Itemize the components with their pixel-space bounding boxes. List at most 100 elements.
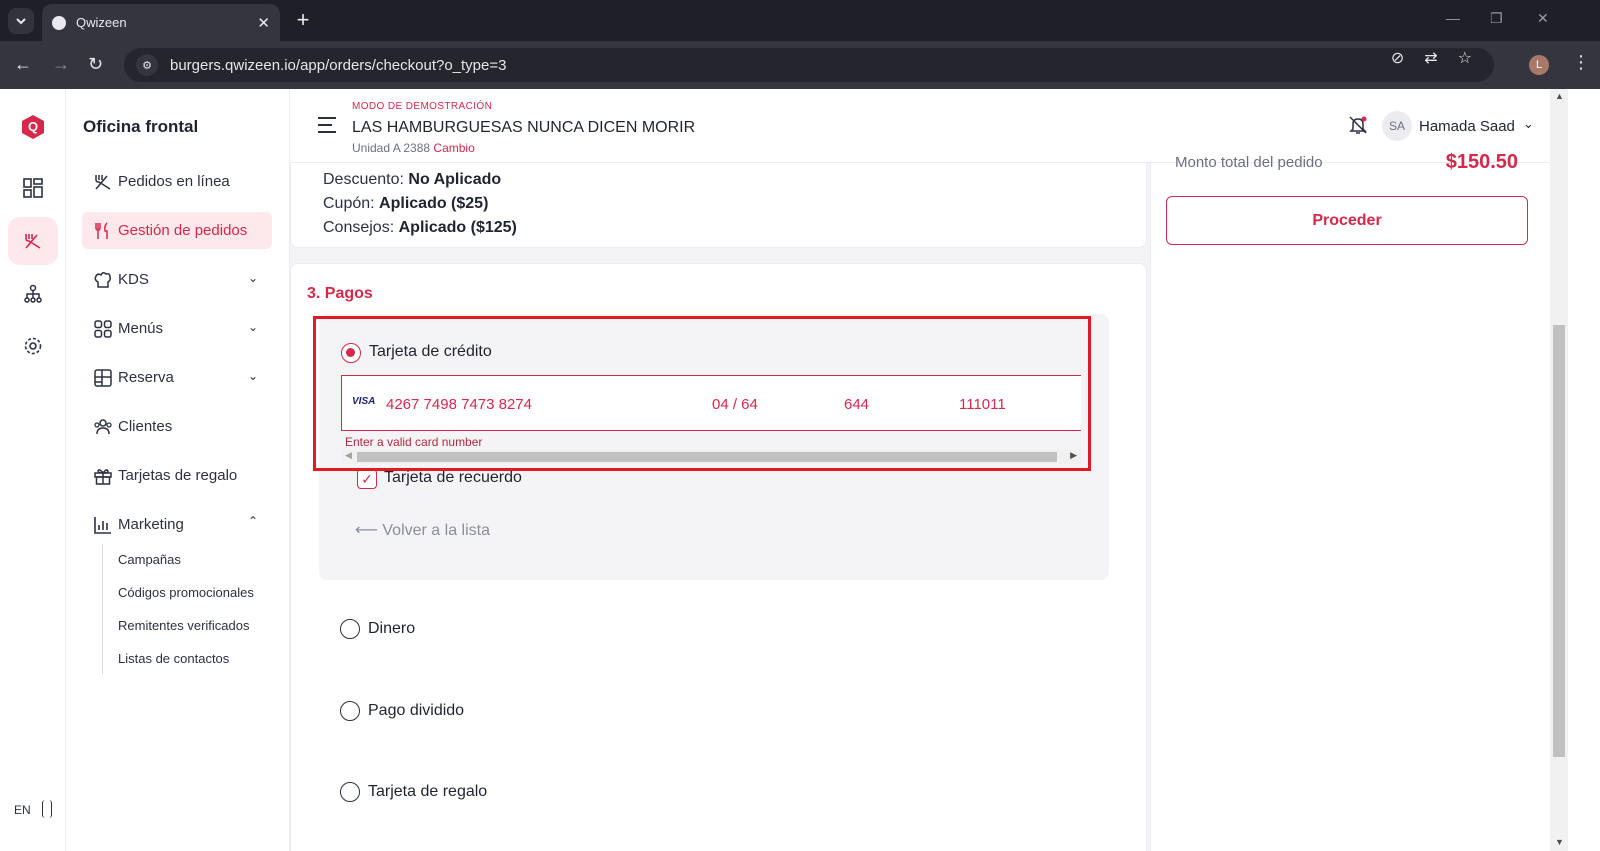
back-icon[interactable]: ← [14, 54, 32, 75]
reload-icon[interactable]: ↻ [88, 54, 103, 75]
language-selector[interactable]: EN [14, 803, 31, 817]
close-window-icon[interactable]: ✕ [1537, 10, 1549, 27]
chevron-up-icon: ⌃ [247, 514, 258, 528]
rail-dashboard[interactable] [8, 164, 58, 212]
card-cvc-input[interactable]: 644 [844, 396, 869, 413]
credit-card-radio[interactable] [341, 343, 361, 363]
coupon-label: Cupón: [323, 195, 375, 212]
submenu-item-contact-lists[interactable]: Listas de contactos [118, 651, 229, 666]
cash-radio[interactable] [340, 619, 360, 639]
credit-card-label[interactable]: Tarjeta de crédito [369, 343, 492, 361]
card-zip-input[interactable]: 111011 [959, 396, 1006, 413]
tips-value: Aplicado ($125) [398, 219, 517, 236]
window-edge [1568, 89, 1600, 851]
gear-icon [24, 337, 42, 355]
split-payment-label[interactable]: Pago dividido [368, 702, 464, 720]
proceed-button[interactable]: Proceder [1166, 196, 1528, 245]
sidebar-item-order-management[interactable]: Gestión de pedidos [82, 212, 272, 249]
browser-menu-icon[interactable]: ⋮ [1572, 52, 1590, 73]
profile-avatar[interactable]: L [1529, 55, 1549, 75]
users-icon [92, 416, 114, 438]
order-total-value: $150.50 [1445, 151, 1518, 173]
site-info-icon[interactable]: ⚙ [136, 54, 158, 76]
minimize-icon[interactable]: — [1446, 10, 1460, 26]
card-expiry-input[interactable]: 04 / 64 [712, 396, 758, 413]
sidebar-item-marketing[interactable]: Marketing ⌃ [82, 506, 272, 543]
sidebar-item-label: Marketing [118, 516, 184, 533]
restore-icon[interactable]: ❐ [1490, 10, 1503, 27]
new-tab-button[interactable]: + [290, 8, 316, 34]
address-bar[interactable]: ⚙ burgers.qwizeen.io/app/orders/checkout… [124, 48, 1494, 82]
scrollbar-thumb[interactable] [357, 452, 1057, 462]
vertical-scrollbar[interactable]: ▲ ▼ [1550, 89, 1568, 851]
icon-rail: Q EN [0, 89, 66, 851]
chevron-down-icon: ⌄ [247, 271, 258, 285]
browser-tab[interactable]: Qwizeen ✕ [42, 4, 280, 41]
rail-orders[interactable] [8, 217, 58, 265]
submenu-item-campaigns[interactable]: Campañas [118, 552, 181, 567]
scrollbar-thumb[interactable] [1553, 325, 1565, 757]
qwizeen-favicon-icon [52, 15, 66, 30]
scroll-left-icon[interactable]: ◀ [345, 450, 352, 461]
forward-icon[interactable]: → [52, 54, 70, 75]
scroll-down-icon[interactable]: ▼ [1555, 837, 1564, 847]
user-menu-chevron-icon[interactable]: ⌄ [1523, 116, 1534, 132]
unit-label: Unidad A 2388 [352, 141, 431, 155]
close-tab-icon[interactable]: ✕ [257, 14, 270, 32]
horizontal-scrollbar[interactable]: ◀ ▶ [341, 450, 1081, 464]
gift-card-label[interactable]: Tarjeta de regalo [368, 783, 487, 801]
gift-card-radio[interactable] [340, 782, 360, 802]
sidebar-item-reservation[interactable]: Reserva ⌄ [82, 359, 272, 396]
scroll-right-icon[interactable]: ▶ [1070, 450, 1077, 461]
tab-search-button[interactable] [8, 8, 34, 34]
back-to-list-label: Volver a la lista [382, 522, 490, 539]
scroll-up-icon[interactable]: ▲ [1555, 91, 1564, 101]
sidebar: Oficina frontal Pedidos en línea Gestión… [66, 89, 290, 851]
discount-label: Descuento: [323, 171, 404, 188]
rail-network[interactable] [8, 270, 58, 318]
change-unit-link[interactable]: Cambio [433, 141, 474, 155]
sidebar-item-label: Reserva [118, 369, 174, 386]
submenu-item-promo-codes[interactable]: Códigos promocionales [118, 585, 254, 600]
sidebar-item-online-orders[interactable]: Pedidos en línea [82, 163, 272, 200]
split-payment-radio[interactable] [340, 701, 360, 721]
translate-icon[interactable]: ⇄ [1424, 48, 1437, 68]
card-number-input[interactable]: 4267 7498 7473 8274 [386, 396, 532, 413]
eye-off-icon[interactable]: ⊘ [1391, 48, 1404, 68]
sidebar-item-customers[interactable]: Clientes [82, 408, 272, 445]
sidebar-item-label: Clientes [118, 418, 173, 435]
remember-card-checkbox[interactable]: ✓ [357, 469, 377, 489]
sidebar-item-label: Menús [118, 320, 164, 337]
back-to-list-link[interactable]: ⟵ Volver a la lista [355, 520, 490, 540]
sidebar-item-kds[interactable]: KDS ⌄ [82, 261, 272, 298]
sidebar-item-label: KDS [118, 271, 149, 288]
utensils-icon [92, 171, 114, 193]
sidebar-item-gift-cards[interactable]: Tarjetas de regalo [82, 457, 272, 494]
sidebar-item-label: Gestión de pedidos [118, 222, 248, 239]
demo-mode-label: MODO DE DEMOSTRACIÓN [352, 101, 493, 112]
cash-label[interactable]: Dinero [368, 620, 415, 638]
gift-icon [92, 465, 114, 487]
coupon-value: Aplicado ($25) [379, 195, 489, 212]
utensils-crossed-icon [25, 234, 41, 249]
remember-card-label[interactable]: Tarjeta de recuerdo [384, 469, 522, 487]
qwizeen-logo[interactable]: Q [22, 115, 44, 139]
credit-card-panel: Tarjeta de crédito VISA 4267 7498 7473 8… [319, 314, 1109, 580]
sidebar-item-label: Pedidos en línea [118, 173, 230, 190]
user-name[interactable]: Hamada Saad [1419, 118, 1515, 135]
tab-title: Qwizeen [76, 15, 127, 30]
bookmark-star-icon[interactable]: ☆ [1458, 48, 1472, 68]
visa-icon: VISA [352, 396, 376, 407]
payments-card: 3. Pagos Tarjeta de crédito VISA 4267 74… [290, 263, 1147, 851]
rail-settings[interactable] [8, 322, 58, 370]
network-icon [24, 284, 42, 303]
sidebar-item-menus[interactable]: Menús ⌄ [82, 310, 272, 347]
dashboard-icon [23, 178, 43, 198]
submenu-item-verified-senders[interactable]: Remitentes verificados [118, 618, 250, 633]
user-avatar[interactable]: SA [1382, 111, 1412, 141]
notifications-off-icon[interactable] [1348, 115, 1368, 135]
card-input-field[interactable]: VISA 4267 7498 7473 8274 04 / 64 644 111… [341, 375, 1081, 431]
browser-tab-bar: Qwizeen ✕ + — ❐ ✕ [0, 0, 1600, 41]
fullscreen-icon[interactable] [42, 800, 52, 818]
menu-toggle-icon[interactable] [318, 117, 336, 138]
